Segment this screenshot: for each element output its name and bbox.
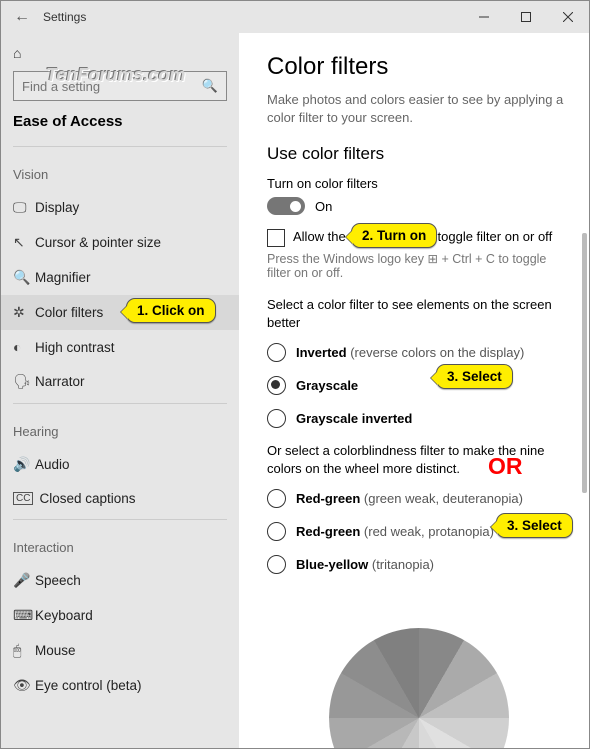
sidebar: ⌂ 🔍 Ease of Access Vision 🖵 Display ↖ Cu… bbox=[1, 33, 239, 748]
toggle-label: Turn on color filters bbox=[267, 176, 571, 191]
cc-icon: CC bbox=[13, 492, 33, 505]
section-heading: Use color filters bbox=[267, 144, 571, 164]
page-description: Make photos and colors easier to see by … bbox=[267, 91, 571, 126]
separator bbox=[13, 146, 227, 147]
radio-blue-yellow[interactable]: Blue-yellow (tritanopia) bbox=[267, 555, 571, 574]
keyboard-icon: ⌨ bbox=[13, 607, 35, 624]
back-button[interactable]: ← bbox=[1, 8, 43, 26]
group-interaction: Interaction bbox=[1, 524, 239, 563]
sidebar-item-label: Keyboard bbox=[35, 608, 93, 623]
minimize-button[interactable] bbox=[463, 12, 505, 22]
separator bbox=[13, 403, 227, 404]
sidebar-item-label: Mouse bbox=[35, 643, 76, 658]
radio-grayscale-inverted[interactable]: Grayscale inverted bbox=[267, 409, 571, 428]
radio-icon bbox=[267, 555, 286, 574]
magnifier-icon: 🔍 bbox=[13, 269, 35, 286]
radio-icon bbox=[267, 409, 286, 428]
titlebar: ← Settings bbox=[1, 1, 589, 33]
shortcut-hint: Press the Windows logo key ⊞ + Ctrl + C … bbox=[267, 251, 571, 280]
callout-3b: 3. Select bbox=[496, 513, 573, 538]
sidebar-item-label: Closed captions bbox=[39, 491, 135, 506]
sidebar-section-title: Ease of Access bbox=[1, 113, 239, 142]
sidebar-item-label: Narrator bbox=[35, 374, 85, 389]
page-title: Color filters bbox=[267, 53, 571, 81]
sidebar-item-magnifier[interactable]: 🔍 Magnifier bbox=[1, 260, 239, 295]
maximize-button[interactable] bbox=[505, 12, 547, 22]
color-filters-icon: ✲ bbox=[13, 304, 35, 321]
sidebar-item-high-contrast[interactable]: ◐ High contrast bbox=[1, 330, 239, 364]
sidebar-item-label: Cursor & pointer size bbox=[35, 235, 161, 250]
contrast-icon: ◐ bbox=[13, 339, 35, 355]
main-container: ⌂ 🔍 Ease of Access Vision 🖵 Display ↖ Cu… bbox=[1, 33, 589, 748]
display-icon: 🖵 bbox=[13, 199, 35, 216]
radio-icon bbox=[267, 376, 286, 395]
sidebar-item-label: Display bbox=[35, 200, 79, 215]
mic-icon: 🎤 bbox=[13, 572, 35, 589]
sidebar-item-cursor[interactable]: ↖ Cursor & pointer size bbox=[1, 225, 239, 260]
radio-icon bbox=[267, 522, 286, 541]
search-icon: 🔍 bbox=[202, 78, 218, 94]
mouse-icon: 🖱 bbox=[13, 642, 35, 659]
close-button[interactable] bbox=[547, 12, 589, 22]
sidebar-item-closed-captions[interactable]: CC Closed captions bbox=[1, 482, 239, 515]
search-box[interactable]: 🔍 bbox=[13, 71, 227, 101]
radio-inverted[interactable]: Inverted (reverse colors on the display) bbox=[267, 343, 571, 362]
callout-3a: 3. Select bbox=[436, 364, 513, 389]
radio-icon bbox=[267, 343, 286, 362]
windows-key-icon: ⊞ bbox=[428, 252, 438, 266]
shortcut-checkbox[interactable] bbox=[267, 229, 285, 247]
sidebar-item-label: High contrast bbox=[35, 340, 115, 355]
radio-icon bbox=[267, 489, 286, 508]
sidebar-item-speech[interactable]: 🎤 Speech bbox=[1, 563, 239, 598]
window-title: Settings bbox=[43, 10, 463, 24]
sidebar-item-label: Eye control (beta) bbox=[35, 678, 142, 693]
sidebar-item-display[interactable]: 🖵 Display bbox=[1, 190, 239, 225]
sidebar-item-label: Audio bbox=[35, 457, 70, 472]
cursor-icon: ↖ bbox=[13, 234, 35, 251]
sidebar-item-label: Color filters bbox=[35, 305, 103, 320]
scrollbar[interactable] bbox=[582, 233, 587, 493]
radio-grayscale[interactable]: Grayscale bbox=[267, 376, 571, 395]
color-wheel bbox=[329, 628, 509, 748]
sidebar-item-narrator[interactable]: 🗣 Narrator bbox=[1, 364, 239, 399]
sidebar-item-keyboard[interactable]: ⌨ Keyboard bbox=[1, 598, 239, 633]
cb-group-desc: Or select a colorblindness filter to mak… bbox=[267, 442, 571, 477]
home-button[interactable]: ⌂ bbox=[1, 39, 239, 71]
sidebar-item-mouse[interactable]: 🖱 Mouse bbox=[1, 633, 239, 668]
audio-icon: 🔊 bbox=[13, 456, 35, 473]
group-vision: Vision bbox=[1, 151, 239, 190]
sidebar-item-audio[interactable]: 🔊 Audio bbox=[1, 447, 239, 482]
callout-1: 1. Click on bbox=[126, 298, 216, 323]
group-hearing: Hearing bbox=[1, 408, 239, 447]
sidebar-item-eye-control[interactable]: 👁 Eye control (beta) bbox=[1, 668, 239, 703]
color-filters-toggle[interactable] bbox=[267, 197, 305, 215]
search-input[interactable] bbox=[22, 79, 202, 94]
separator bbox=[13, 519, 227, 520]
sidebar-item-label: Magnifier bbox=[35, 270, 91, 285]
narrator-icon: 🗣 bbox=[13, 373, 35, 390]
filter-group-desc: Select a color filter to see elements on… bbox=[267, 296, 571, 331]
or-annotation: OR bbox=[488, 453, 523, 480]
sidebar-item-label: Speech bbox=[35, 573, 81, 588]
toggle-state: On bbox=[315, 199, 332, 214]
eye-icon: 👁 bbox=[13, 677, 35, 694]
callout-2: 2. Turn on bbox=[351, 223, 437, 248]
radio-red-green-deuter[interactable]: Red-green (green weak, deuteranopia) bbox=[267, 489, 571, 508]
content-pane: Color filters Make photos and colors eas… bbox=[239, 33, 589, 748]
